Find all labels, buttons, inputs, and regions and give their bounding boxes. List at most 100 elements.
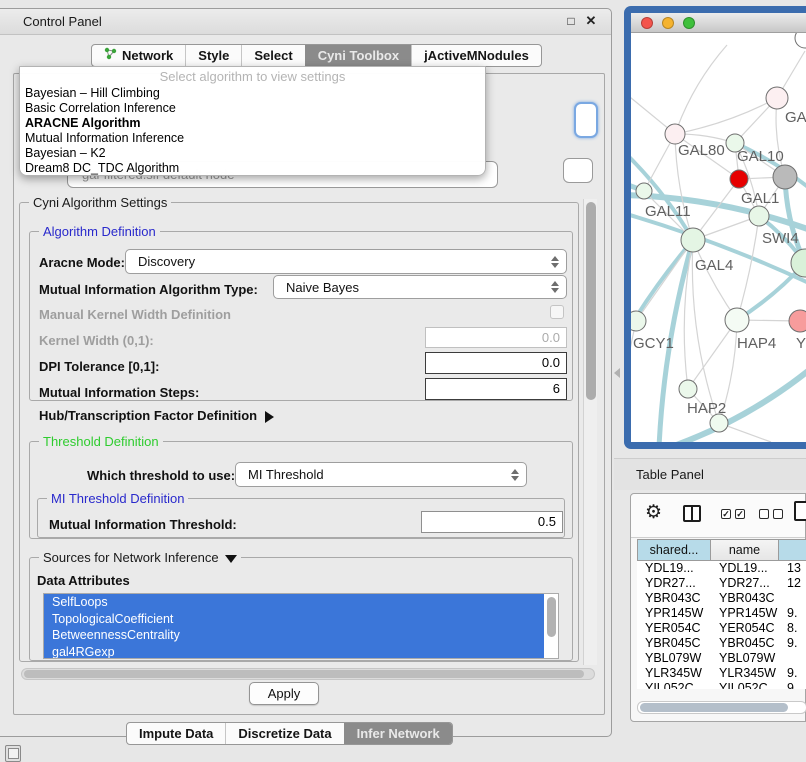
mi-threshold-field[interactable]: 0.5 [421,511,563,533]
table-row[interactable]: YLR345WYLR345W9. [637,666,806,681]
table-row[interactable]: YBR043CYBR043C [637,591,806,606]
table-header-row: shared...name [637,539,806,561]
settings-vertical-scrollbar[interactable] [583,199,597,665]
algorithm-dropdown-list: Bayesian – Hill ClimbingBasic Correlatio… [20,86,485,176]
aracne-mode-label: Aracne Mode: [39,255,125,270]
table-cell: YDR27... [637,576,711,591]
sources-title[interactable]: Sources for Network Inference [39,550,241,565]
tab-label: Impute Data [139,723,213,744]
network-node[interactable] [636,183,652,199]
settings-horizontal-scrollbar[interactable] [21,668,595,680]
aracne-mode-combo[interactable]: Discovery [125,249,567,274]
table-column-header[interactable]: name [711,539,779,561]
table-cell [779,651,806,666]
network-edge[interactable] [688,320,737,389]
select-all-columns-icon[interactable]: ✓✓ [721,509,745,519]
table-horizontal-scrollbar[interactable] [637,701,806,714]
table-cell: 9. [779,681,806,689]
network-tab-icon [104,45,117,66]
table-cell: YPR145W [711,606,779,621]
tab-select[interactable]: Select [241,45,304,66]
dpi-tolerance-field[interactable]: 0.0 [425,352,567,374]
network-node[interactable] [725,308,749,332]
network-node[interactable] [665,124,685,144]
focused-button-fragment[interactable] [574,102,598,138]
data-attribute-item[interactable]: BetweennessCentrality [44,627,544,644]
float-window-icon[interactable]: □ [563,13,579,29]
kernel-width-field[interactable]: 0.0 [425,327,567,348]
mi-algorithm-type-combo[interactable]: Naive Bayes [273,275,567,299]
manual-kernel-width-checkbox[interactable] [550,305,564,319]
algorithm-option[interactable]: Bayesian – Hill Climbing [20,86,485,101]
table-cell: YBL079W [711,651,779,666]
table-cell: YDL19... [711,561,779,576]
new-table-icon[interactable] [794,501,806,521]
tab-impute-data[interactable]: Impute Data [127,723,225,744]
panel-divider-handle[interactable] [614,368,620,378]
collapsed-panel-icon[interactable] [5,745,21,762]
table-row[interactable]: YER054CYER054C8. [637,621,806,636]
network-node[interactable] [773,165,797,189]
network-edge[interactable] [737,216,759,320]
gear-icon[interactable]: ⚙ [645,503,662,523]
table-row[interactable]: YBL079WYBL079W [637,651,806,666]
network-node[interactable] [766,87,788,109]
table-row[interactable]: YDL19...YDL19...13 [637,561,806,576]
data-attribute-item[interactable]: TopologicalCoefficient [44,611,544,628]
network-edge[interactable] [693,240,737,320]
table-cell: YER054C [711,621,779,636]
tab-network[interactable]: Network [92,45,185,66]
network-node-label: HAP2 [687,400,726,417]
table-row[interactable]: YBR045CYBR045C9. [637,636,806,651]
network-edge[interactable] [675,45,727,134]
network-node-label: GAL11 [645,203,691,220]
table-cell: YIL052C [637,681,711,689]
tab-infer-network[interactable]: Infer Network [344,723,452,744]
which-threshold-label: Which threshold to use: [87,468,235,483]
expand-right-icon [265,411,274,423]
network-node[interactable] [749,206,769,226]
tab-cyni-toolbox[interactable]: Cyni Toolbox [305,45,411,66]
algorithm-option[interactable]: ARACNE Algorithm [20,116,485,131]
apply-button[interactable]: Apply [249,682,319,705]
network-edge[interactable] [675,98,777,134]
table-cell: 9. [779,636,806,651]
deselect-all-columns-icon[interactable] [759,509,783,519]
list-scrollbar[interactable] [547,597,556,637]
tab-discretize-data[interactable]: Discretize Data [225,723,343,744]
mi-steps-field[interactable]: 6 [425,378,567,400]
table-row[interactable]: YDR27...YDR27...12 [637,576,806,591]
network-edge[interactable] [631,213,806,285]
mac-minimize-button[interactable] [662,17,674,29]
network-node[interactable] [681,228,705,252]
hub-definition-toggle[interactable]: Hub/Transcription Factor Definition [39,408,274,423]
network-node[interactable] [795,33,806,48]
table-row[interactable]: YIL052CYIL052C9. [637,681,806,689]
table-column-header[interactable] [779,539,806,561]
algorithm-option[interactable]: Dream8 DC_TDC Algorithm [20,161,485,176]
table-column-header[interactable]: shared... [637,539,711,561]
mi-algorithm-type-value: Naive Bayes [286,280,359,295]
algorithm-option[interactable]: Basic Correlation Inference [20,101,485,116]
mac-zoom-button[interactable] [683,17,695,29]
cyni-algorithm-settings-title: Cyni Algorithm Settings [29,195,171,210]
table-row[interactable]: YPR145WYPR145W9. [637,606,806,621]
network-node[interactable] [679,380,697,398]
data-attribute-item[interactable]: SelfLoops [44,594,544,611]
tab-jactivemnodules[interactable]: jActiveMNodules [411,45,541,66]
network-node[interactable] [789,310,806,332]
columns-icon[interactable] [683,505,701,522]
network-canvas[interactable]: GAL8GAL80GAL10GAL1GAL11SWI4GAL4GCY1HAP4Y… [631,33,806,442]
close-window-icon[interactable]: ✕ [583,13,599,29]
mac-close-button[interactable] [641,17,653,29]
network-window-titlebar[interactable] [631,13,806,33]
algorithm-option[interactable]: Mutual Information Inference [20,131,485,146]
data-attributes-list[interactable]: SelfLoopsTopologicalCoefficientBetweenne… [43,593,559,659]
algorithm-option[interactable]: Bayesian – K2 [20,146,485,161]
network-node-label: GAL4 [695,257,733,274]
data-attribute-item[interactable]: gal4RGexp [44,644,544,660]
network-node[interactable] [631,311,646,331]
tab-style[interactable]: Style [185,45,241,66]
which-threshold-combo[interactable]: MI Threshold [235,462,527,487]
network-node[interactable] [730,170,748,188]
